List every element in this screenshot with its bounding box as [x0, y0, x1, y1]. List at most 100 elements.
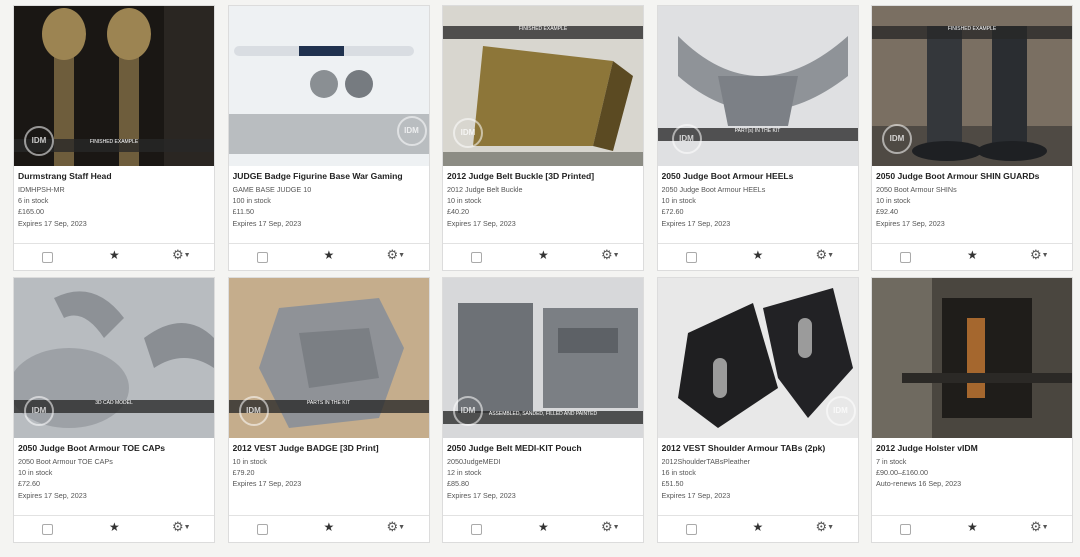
listing-card[interactable]: ASSEMBLED, SANDED, FILLED AND PAINTED ID… — [442, 277, 644, 543]
chevron-down-icon: ▼ — [827, 524, 835, 532]
listing-sku: 2050 Boot Armour SHINs — [876, 185, 957, 194]
select-checkbox[interactable] — [900, 524, 911, 535]
select-checkbox[interactable] — [256, 252, 268, 263]
listing-stock: 100 in stock — [232, 196, 271, 206]
listing-photo[interactable]: FINISHED EXAMPLE IDM — [443, 6, 643, 166]
listing-stock: 10 in stock — [232, 457, 267, 466]
listing-title[interactable]: Durmstrang Staff Head — [18, 171, 210, 181]
listing-title[interactable]: 2050 Judge Boot Armour SHIN GUARDs — [876, 171, 1068, 181]
listing-sku: IDMHPSH-MR — [18, 185, 65, 194]
star-icon[interactable]: ★ — [753, 520, 764, 534]
gear-icon[interactable]: ⚙▼ — [387, 247, 406, 263]
listing-photo[interactable]: 3D CAD MODEL IDM — [14, 278, 214, 438]
listing-card[interactable]: PARTS IN THE KIT IDM 2012 VEST Judge BAD… — [227, 277, 430, 543]
listing-title[interactable]: 2050 Judge Boot Armour HEELs — [662, 171, 854, 181]
gear-icon[interactable]: ⚙▼ — [1030, 519, 1049, 535]
listing-photo[interactable]: ASSEMBLED, SANDED, FILLED AND PAINTED ID… — [443, 278, 643, 438]
listing-expiry: Expires 17 Sep, 2023 — [447, 218, 516, 228]
gear-icon[interactable]: ⚙▼ — [816, 519, 835, 535]
listing-title[interactable]: JUDGE Badge Figurine Base War Gaming — [233, 171, 425, 181]
star-icon[interactable]: ★ — [109, 248, 120, 262]
select-checkbox[interactable] — [42, 252, 53, 263]
star-icon[interactable]: ★ — [538, 520, 549, 534]
chevron-down-icon: ▼ — [398, 252, 406, 260]
listing-title[interactable]: 2012 VEST Judge BADGE [3D Print] — [233, 443, 425, 453]
listing-title[interactable]: 2012 Judge Holster vIDM — [876, 443, 1068, 453]
listing-expiry: Expires 17 Sep, 2023 — [876, 218, 945, 228]
listing-expiry: Expires 17 Sep, 2023 — [18, 218, 87, 228]
listing-photo[interactable]: IDM — [228, 6, 429, 166]
listing-title[interactable]: 2012 VEST Shoulder Armour TABs (2pk) — [662, 443, 854, 453]
select-checkbox[interactable] — [42, 524, 53, 535]
listing-stock: 7 in stock — [876, 457, 907, 466]
chevron-down-icon: ▼ — [183, 524, 191, 532]
listing-expiry: Expires 17 Sep, 2023 — [232, 218, 302, 228]
chevron-down-icon: ▼ — [183, 252, 191, 260]
select-checkbox[interactable] — [471, 524, 482, 535]
listing-card[interactable]: FINISHED EXAMPLE IDM 2012 Judge Belt Buc… — [442, 5, 644, 271]
listing-price: £40.20 — [447, 207, 469, 217]
star-icon[interactable]: ★ — [109, 520, 120, 534]
select-checkbox[interactable] — [685, 252, 697, 263]
listing-card[interactable]: PART(s) IN THE KIT IDM 2050 Judge Boot A… — [656, 5, 859, 271]
listing-sku: 2050 Judge Boot Armour HEELs — [661, 185, 766, 194]
select-checkbox[interactable] — [471, 252, 482, 263]
listing-card[interactable]: IDM 2012 VEST Shoulder Armour TABs (2pk)… — [656, 277, 859, 543]
chevron-down-icon: ▼ — [1041, 252, 1049, 260]
select-checkbox[interactable] — [900, 252, 911, 263]
select-checkbox[interactable] — [685, 524, 697, 535]
listing-photo[interactable]: PART(s) IN THE KIT IDM — [657, 6, 858, 166]
listing-price: £72.60 — [18, 479, 40, 489]
listing-sku: 2050JudgeMEDI — [447, 457, 501, 466]
gear-icon[interactable]: ⚙▼ — [601, 519, 620, 535]
listing-price: £92.40 — [876, 207, 898, 217]
photo-art — [228, 6, 429, 166]
listing-expiry: Expires 17 Sep, 2023 — [232, 479, 302, 489]
star-icon[interactable]: ★ — [324, 520, 335, 534]
listing-card[interactable]: 2012 Judge Holster vIDM 7 in stock £90.0… — [871, 277, 1073, 543]
listing-sku: 2050 Boot Armour TOE CAPs — [18, 457, 113, 466]
listing-photo[interactable]: FINISHED EXAMPLE IDM — [872, 6, 1072, 166]
listing-title[interactable]: 2012 Judge Belt Buckle [3D Printed] — [447, 171, 639, 181]
listing-title[interactable]: 2050 Judge Belt MEDI-KIT Pouch — [447, 443, 639, 453]
watermark-stamp: IDM — [24, 126, 54, 156]
watermark-stamp: IDM — [671, 124, 702, 154]
gear-icon[interactable]: ⚙▼ — [816, 247, 835, 263]
listing-card[interactable]: FINISHED EXAMPLE IDM 2050 Judge Boot Arm… — [871, 5, 1073, 271]
chevron-down-icon: ▼ — [1041, 524, 1049, 532]
gear-icon[interactable]: ⚙▼ — [1030, 247, 1049, 263]
listing-photo[interactable]: PARTS IN THE KIT IDM — [228, 278, 429, 438]
listing-stock: 12 in stock — [447, 468, 482, 478]
listing-expiry: Expires 17 Sep, 2023 — [661, 218, 731, 228]
chevron-down-icon: ▼ — [827, 252, 835, 260]
listing-stock: 10 in stock — [876, 196, 911, 206]
gear-icon[interactable]: ⚙▼ — [387, 519, 406, 535]
listing-stock: 6 in stock — [18, 196, 49, 206]
star-icon[interactable]: ★ — [538, 248, 549, 262]
listing-price: £79.20 — [232, 468, 255, 478]
select-checkbox[interactable] — [256, 524, 268, 535]
listing-sku: 2012 Judge Belt Buckle — [447, 185, 523, 194]
listing-photo[interactable]: FINISHED EXAMPLE IDM — [14, 6, 214, 166]
listings-grid: FINISHED EXAMPLE IDM Durmstrang Staff He… — [13, 5, 1077, 543]
star-icon[interactable]: ★ — [324, 248, 335, 262]
star-icon[interactable]: ★ — [967, 248, 978, 262]
listing-price: £51.50 — [661, 479, 684, 489]
gear-icon[interactable]: ⚙▼ — [172, 519, 191, 535]
watermark-stamp: IDM — [453, 396, 483, 426]
gear-icon[interactable]: ⚙▼ — [172, 247, 191, 263]
gear-icon[interactable]: ⚙▼ — [601, 247, 620, 263]
photo-banner: FINISHED EXAMPLE — [872, 26, 1072, 39]
listing-card[interactable]: IDM JUDGE Badge Figurine Base War Gaming… — [227, 5, 430, 271]
star-icon[interactable]: ★ — [967, 520, 978, 534]
listing-sku: GAME BASE JUDGE 10 — [232, 185, 312, 194]
chevron-down-icon: ▼ — [612, 524, 620, 532]
listing-price: £165.00 — [18, 207, 44, 217]
listing-photo[interactable]: IDM — [657, 278, 858, 438]
listing-photo[interactable] — [872, 278, 1072, 438]
listing-card[interactable]: FINISHED EXAMPLE IDM Durmstrang Staff He… — [13, 5, 215, 271]
listing-title[interactable]: 2050 Judge Boot Armour TOE CAPs — [18, 443, 210, 453]
listing-card[interactable]: 3D CAD MODEL IDM 2050 Judge Boot Armour … — [13, 277, 215, 543]
listing-price: £90.00–£160.00 — [876, 468, 928, 478]
star-icon[interactable]: ★ — [753, 248, 764, 262]
